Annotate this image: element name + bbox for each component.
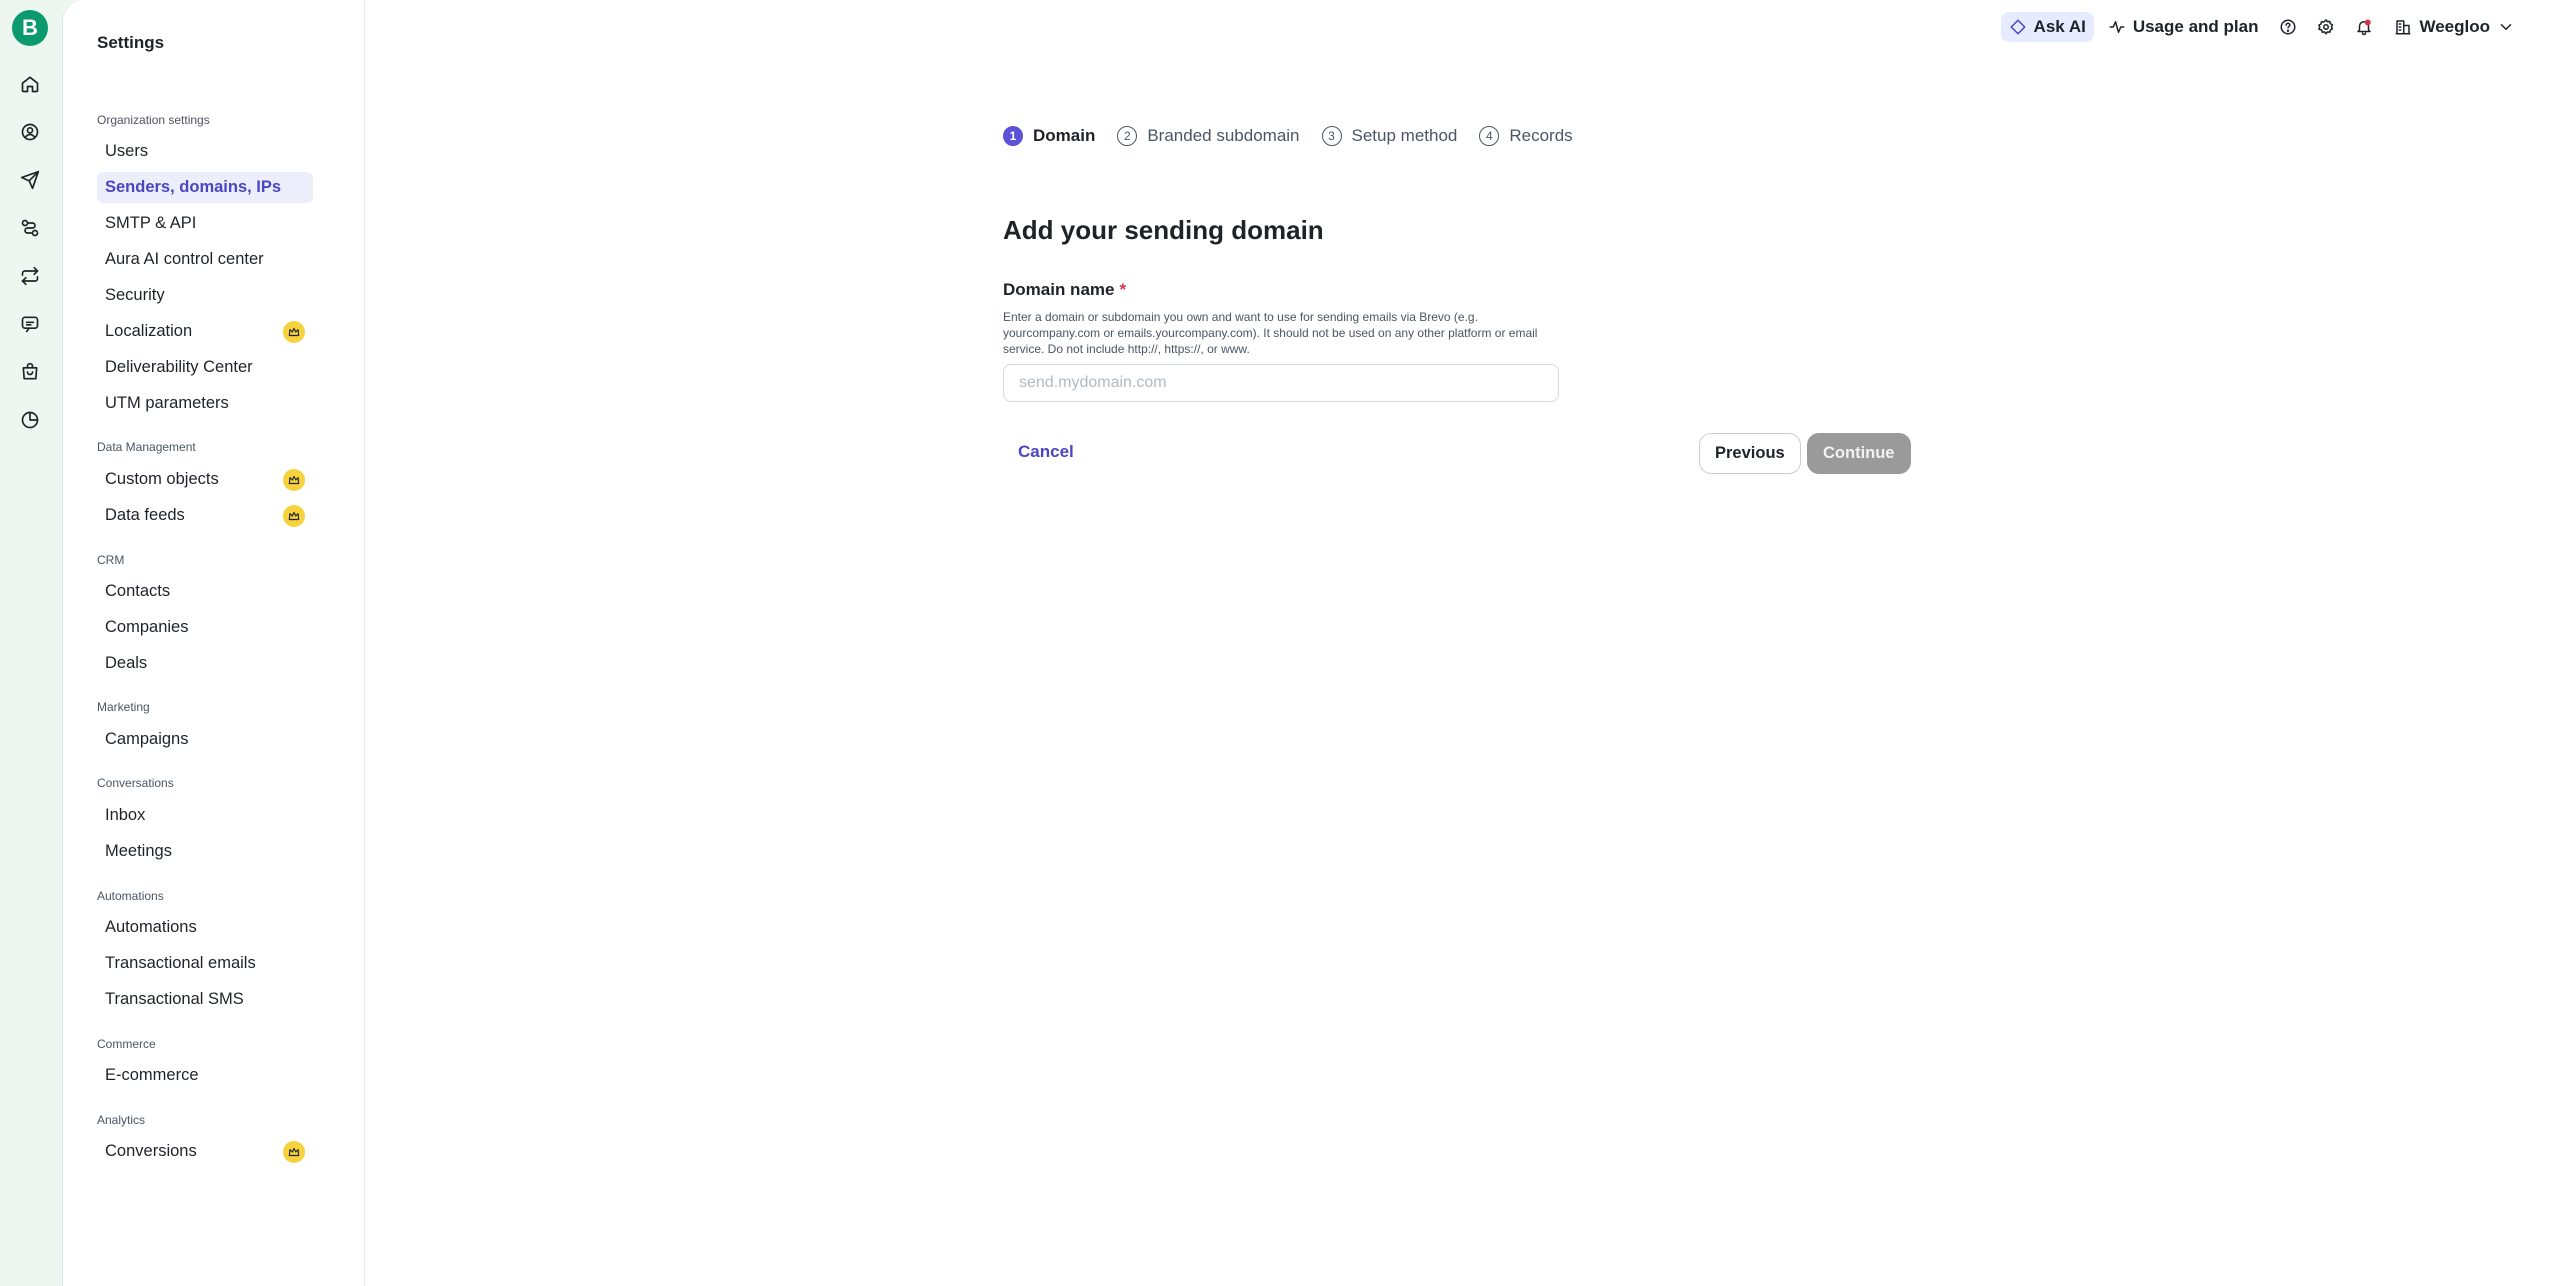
main-panel: Settings Organization settings Users Sen… [62, 0, 2557, 1286]
sidebar-item-conversions[interactable]: Conversions [97, 1136, 313, 1167]
gear-icon[interactable] [2310, 12, 2342, 42]
previous-button[interactable]: Previous [1699, 433, 1801, 474]
automations-icon[interactable] [18, 216, 42, 240]
cancel-button[interactable]: Cancel [1018, 442, 1074, 462]
sidebar-item-utm[interactable]: UTM parameters [97, 388, 313, 419]
sidebar-item-transactional-sms[interactable]: Transactional SMS [97, 984, 313, 1015]
sidebar-item-deliverability[interactable]: Deliverability Center [97, 352, 313, 383]
sidebar-item-campaigns[interactable]: Campaigns [97, 724, 313, 755]
contacts-icon[interactable] [18, 120, 42, 144]
setup-stepper: 1 Domain 2 Branded subdomain 3 Setup met… [1003, 126, 1573, 146]
section-label: Automations [97, 889, 164, 903]
bell-icon[interactable] [2348, 12, 2380, 42]
section-label: Commerce [97, 1037, 156, 1051]
step-setup-method: 3 Setup method [1321, 126, 1457, 146]
sidebar-item-inbox[interactable]: Inbox [97, 800, 313, 831]
usage-plan-button[interactable]: Usage and plan [2100, 12, 2267, 42]
domain-name-label: Domain name * [1003, 280, 1127, 299]
sidebar-item-data-feeds[interactable]: Data feeds [97, 500, 313, 531]
premium-crown-icon [283, 1141, 305, 1163]
sidebar-item-smtp-api[interactable]: SMTP & API [97, 208, 313, 239]
chevron-down-icon [2500, 24, 2512, 30]
sparkle-icon [2010, 19, 2026, 35]
step-records: 4 Records [1479, 126, 1573, 146]
sidebar-item-deals[interactable]: Deals [97, 648, 313, 679]
premium-crown-icon [283, 469, 305, 491]
sidebar-item-companies[interactable]: Companies [97, 612, 313, 643]
premium-crown-icon [283, 321, 305, 343]
ask-ai-button[interactable]: Ask AI [2000, 12, 2094, 42]
sidebar-item-meetings[interactable]: Meetings [97, 836, 313, 867]
sidebar-item-custom-objects[interactable]: Custom objects [97, 464, 313, 495]
section-label: Conversations [97, 776, 174, 790]
section-label: Organization settings [97, 113, 210, 127]
analytics-icon[interactable] [18, 408, 42, 432]
section-label: Marketing [97, 700, 150, 714]
sidebar-item-ecommerce[interactable]: E-commerce [97, 1060, 313, 1091]
step-domain: 1 Domain [1003, 126, 1095, 146]
section-label: Analytics [97, 1113, 146, 1127]
app-rail: B [0, 0, 62, 1286]
continue-button[interactable]: Continue [1807, 433, 1911, 474]
sidebar-item-users[interactable]: Users [97, 136, 313, 167]
shop-icon[interactable] [18, 360, 42, 384]
section-label: CRM [97, 553, 125, 567]
brevo-logo[interactable]: B [12, 10, 48, 46]
home-icon[interactable] [18, 72, 42, 96]
sidebar-item-security[interactable]: Security [97, 280, 313, 311]
premium-crown-icon [283, 505, 305, 527]
required-mark: * [1119, 280, 1127, 299]
domain-help-text: Enter a domain or subdomain you own and … [1003, 310, 1538, 356]
account-menu[interactable]: Weegloo [2386, 12, 2523, 42]
campaigns-icon[interactable] [18, 168, 42, 192]
section-label: Data Management [97, 440, 196, 454]
sidebar-item-localization[interactable]: Localization [97, 316, 313, 347]
activity-icon [2109, 21, 2125, 33]
sidebar-item-contacts[interactable]: Contacts [97, 576, 313, 607]
sidebar-item-senders-domains-ips[interactable]: Senders, domains, IPs [97, 172, 313, 203]
top-bar: Ask AI Usage and plan Weegloo [2000, 12, 2523, 42]
sidebar-item-transactional-emails[interactable]: Transactional emails [97, 948, 313, 979]
page-title: Add your sending domain [1003, 215, 1324, 245]
building-icon [2395, 20, 2411, 35]
chat-icon[interactable] [18, 312, 42, 336]
sidebar-item-automations[interactable]: Automations [97, 912, 313, 943]
settings-title: Settings [97, 33, 165, 52]
help-icon[interactable] [2272, 12, 2304, 42]
conversations-icon[interactable] [18, 264, 42, 288]
domain-name-input[interactable] [1003, 364, 1559, 402]
step-branded-subdomain: 2 Branded subdomain [1117, 126, 1300, 146]
settings-sidebar: Settings Organization settings Users Sen… [63, 0, 365, 1286]
sidebar-item-aura-ai[interactable]: Aura AI control center [97, 244, 313, 275]
